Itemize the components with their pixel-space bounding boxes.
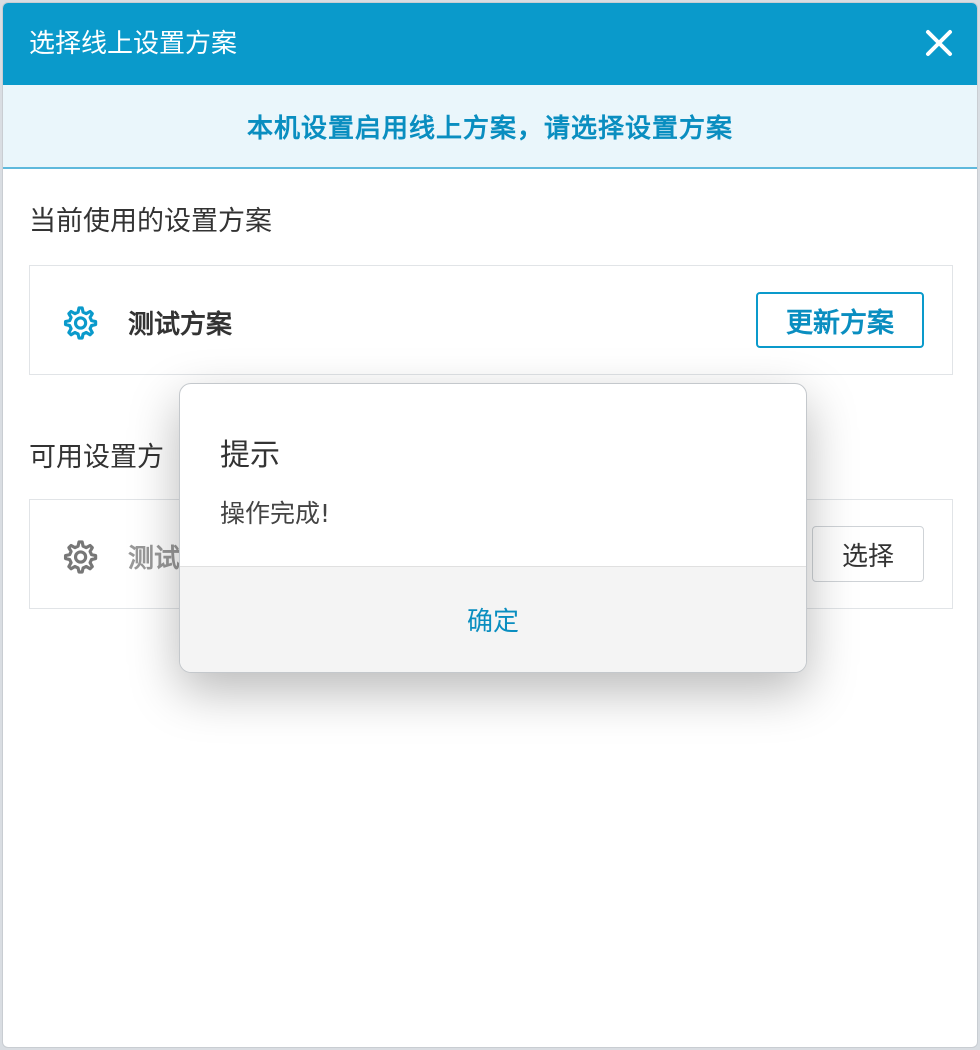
gear-icon xyxy=(63,540,98,574)
available-plan-name: 测试 xyxy=(128,544,181,574)
window-title: 选择线上设置方案 xyxy=(29,29,238,59)
current-plan-card: 测试方案 更新方案 xyxy=(29,265,953,375)
alert-modal: 提示 操作完成! 确定 xyxy=(179,383,807,673)
banner-text: 本机设置启用线上方案，请选择设置方案 xyxy=(246,113,733,144)
gear-icon xyxy=(63,306,98,340)
settings-plan-dialog: 选择线上设置方案 本机设置启用线上方案，请选择设置方案 当前使用的设置方案 测试… xyxy=(2,2,978,1048)
close-icon xyxy=(926,30,952,56)
available-plans-heading: 可用设置方 xyxy=(29,442,164,473)
current-plan-heading: 当前使用的设置方案 xyxy=(29,206,272,237)
modal-title: 提示 xyxy=(220,438,280,473)
current-plan-name: 测试方案 xyxy=(128,310,233,340)
ok-button[interactable]: 确定 xyxy=(427,591,559,648)
update-plan-button[interactable]: 更新方案 xyxy=(756,292,924,348)
title-bar: 选择线上设置方案 xyxy=(3,3,977,85)
modal-footer: 确定 xyxy=(180,566,806,672)
modal-message: 操作完成! xyxy=(220,499,331,528)
select-plan-button[interactable]: 选择 xyxy=(812,526,924,582)
info-banner: 本机设置启用线上方案，请选择设置方案 xyxy=(3,85,977,169)
close-button[interactable] xyxy=(921,25,957,61)
